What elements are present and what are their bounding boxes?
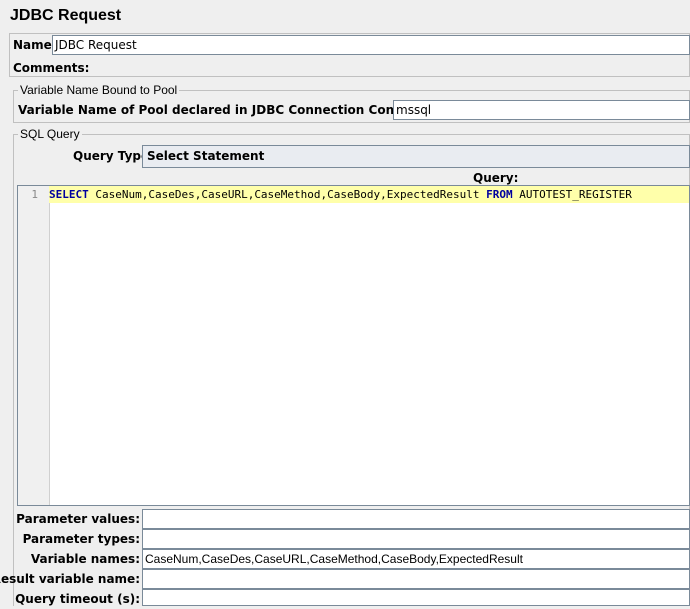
- query-timeout-label: Query timeout (s):: [15, 592, 140, 606]
- query-code[interactable]: SELECT CaseNum,CaseDes,CaseURL,CaseMetho…: [49, 187, 632, 202]
- keyword-from: FROM: [486, 188, 513, 201]
- result-variable-name-input[interactable]: [142, 569, 690, 589]
- query-columns: CaseNum,CaseDes,CaseURL,CaseMethod,CaseB…: [88, 188, 487, 201]
- keyword-select: SELECT: [49, 188, 89, 201]
- query-table: AUTOTEST_REGISTER: [512, 188, 632, 201]
- result-variable-name-label: Result variable name:: [0, 572, 140, 586]
- variable-names-input[interactable]: CaseNum,CaseDes,CaseURL,CaseMethod,CaseB…: [142, 549, 690, 569]
- query-timeout-input[interactable]: [142, 589, 690, 606]
- parameter-types-label: Parameter types:: [22, 532, 140, 546]
- name-label: Name:: [13, 38, 57, 52]
- pool-group-title: Variable Name Bound to Pool: [18, 83, 180, 97]
- sql-group-title: SQL Query: [18, 127, 82, 141]
- query-editor[interactable]: 1 SELECT CaseNum,CaseDes,CaseURL,CaseMet…: [17, 185, 690, 506]
- parameter-types-input[interactable]: [142, 529, 690, 549]
- line-gutter: 1: [18, 186, 50, 505]
- parameter-values-label: Parameter values:: [16, 512, 140, 526]
- name-input[interactable]: JDBC Request: [52, 35, 690, 55]
- parameter-values-input[interactable]: [142, 509, 690, 529]
- comments-label: Comments:: [13, 61, 90, 75]
- variable-names-label: Variable names:: [30, 552, 140, 566]
- query-type-select[interactable]: Select Statement: [142, 145, 690, 168]
- line-number: 1: [31, 188, 38, 201]
- page-title: JDBC Request: [10, 7, 122, 24]
- pool-name-input[interactable]: mssql: [393, 100, 690, 120]
